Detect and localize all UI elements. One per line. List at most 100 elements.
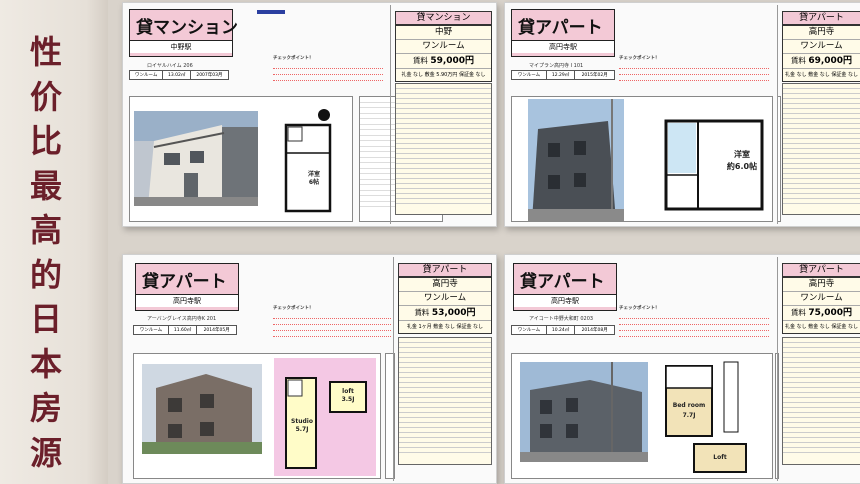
room-type: ワンルーム (783, 40, 860, 54)
info-lines (782, 337, 860, 465)
checkpoint-label: チェックポイント！ (273, 306, 314, 311)
summary-table: ワンルーム 12.29㎡ 2015年02月 (511, 70, 615, 80)
rent-row: 賃料 75,000円 (783, 306, 860, 321)
info-lines (782, 83, 860, 215)
station-name: 高円寺駅 (514, 294, 616, 307)
blue-tag (257, 10, 285, 14)
plan-size-label: 6帖 (308, 179, 320, 186)
terms: 礼金 なし 敷金 5.90万円 保証金 なし (401, 72, 486, 78)
info-column: 貸アパート 高円寺 ワンルーム 賃料 53,000円 礼金 1ヶ月 敷金 なし … (393, 257, 496, 481)
building-photo (520, 362, 648, 462)
plan-size-label: 5.7J (295, 426, 309, 433)
header-type: 貸アパート (782, 11, 860, 25)
info-lines (398, 337, 492, 465)
checkpoint-text (619, 63, 769, 81)
photo-plan-frame: 洋室 約6.0帖 (511, 96, 773, 222)
rent-info: 高円寺 ワンルーム 賃料 75,000円 礼金 なし 敷金 なし 保証金 なし (782, 277, 860, 334)
side-title: 性价比最高的日本房源 (29, 33, 62, 472)
building-photo (134, 111, 258, 206)
property-type: 貸マンション (136, 18, 238, 38)
layout-cell: ワンルーム (511, 325, 547, 335)
listing-sheet-2[interactable]: 貸アパート 高円寺駅 マイプラン高円寺 I 101 ワンルーム 12.29㎡ 2… (504, 2, 860, 227)
building-name: アイコート中野大和町 0203 (529, 316, 594, 322)
property-type: 貸アパート (518, 18, 603, 38)
property-type: 貸アパート (142, 272, 227, 292)
header-type: 貸アパート (782, 263, 860, 277)
info-column: 貸アパート 高円寺 ワンルーム 賃料 75,000円 礼金 なし 敷金 なし 保… (777, 257, 860, 481)
rent-label: 賃料 (790, 56, 806, 65)
rent-info: 高円寺 ワンルーム 賃料 69,000円 礼金 なし 敷金 なし 保証金 なし (782, 25, 860, 82)
listing-title-badge: 貸アパート 高円寺駅 (513, 263, 617, 311)
floor-plan (274, 358, 376, 476)
room-type: ワンルーム (396, 40, 491, 54)
year-cell: 2014年08月 (574, 325, 615, 335)
loft-size-label: 3.5J (341, 396, 355, 403)
room-type: ワンルーム (783, 292, 860, 306)
year-cell: 2014年05月 (196, 325, 237, 335)
listing-sheet-1[interactable]: 貸マンション 中野駅 ロイヤルハイム 206 ワンルーム 13.02㎡ 2007… (122, 2, 497, 227)
building-photo (142, 364, 262, 454)
photo-plan-frame: Bed room 7.7J Loft (511, 353, 773, 479)
area-cell: 12.29㎡ (545, 70, 576, 80)
area-cell: 10.24㎡ (545, 325, 576, 335)
listing-sheet-3[interactable]: 貸アパート 高円寺駅 アーバングレイス高円寺K 201 ワンルーム 11.60㎡… (122, 254, 497, 484)
plan-room-label: 洋室 (734, 150, 750, 159)
area-cell: 11.60㎡ (167, 325, 198, 335)
terms: 礼金 なし 敷金 なし 保証金 なし (785, 324, 858, 330)
layout-cell: ワンルーム (133, 325, 169, 335)
rent-label: 賃料 (790, 308, 806, 317)
loft-label: loft (342, 388, 354, 395)
photo-plan-frame: Studio 5.7J loft 3.5J (133, 353, 381, 479)
checkpoint-text (273, 313, 391, 337)
station-name: 高円寺駅 (136, 294, 238, 307)
plan-size-label: 約6.0帖 (726, 162, 758, 171)
building-name: アーバングレイス高円寺K 201 (147, 316, 217, 322)
info-lines (395, 83, 492, 215)
summary-table: ワンルーム 10.24㎡ 2014年08月 (511, 325, 615, 335)
rent-row: 賃料 69,000円 (783, 54, 860, 69)
listing-sheet-4[interactable]: 貸アパート 高円寺駅 アイコート中野大和町 0203 ワンルーム 10.24㎡ … (504, 254, 860, 484)
building-name: ロイヤルハイム 206 (147, 63, 193, 69)
rent-row: 賃料 53,000円 (399, 306, 491, 321)
property-type: 貸アパート (520, 272, 605, 292)
rent-info: 中野 ワンルーム 賃料 59,000円 礼金 なし 敷金 5.90万円 保証金 … (395, 25, 492, 82)
rent-label: 賃料 (412, 56, 428, 65)
rent-value: 75,000円 (808, 308, 853, 318)
area-name: 高円寺 (783, 26, 860, 40)
station-name: 中野駅 (130, 40, 232, 53)
area-name: 中野 (396, 26, 491, 40)
terms: 礼金 1ヶ月 敷金 なし 保証金 なし (406, 324, 484, 330)
checkpoint-label: チェックポイント！ (273, 56, 314, 61)
plan-size-label: 7.7J (682, 412, 696, 419)
floor-plan (280, 105, 340, 217)
rent-value: 69,000円 (808, 56, 853, 66)
checkpoint-text (273, 63, 383, 81)
building-photo (528, 99, 624, 221)
info-column: 貸アパート 高円寺 ワンルーム 賃料 69,000円 礼金 なし 敷金 なし 保… (777, 5, 860, 224)
rent-label: 賃料 (414, 308, 430, 317)
area-cell: 13.02㎡ (162, 70, 191, 80)
header-type: 貸アパート (398, 263, 492, 277)
terms: 礼金 なし 敷金 なし 保証金 なし (785, 72, 858, 78)
loft-label: Loft (713, 454, 727, 461)
area-name: 高円寺 (783, 278, 860, 292)
plan-room-label: Studio (291, 418, 313, 425)
listing-title-badge: 貸アパート 高円寺駅 (511, 9, 615, 57)
listing-title-badge: 貸マンション 中野駅 (129, 9, 238, 57)
room-type: ワンルーム (399, 292, 491, 306)
side-panel: 性价比最高的日本房源 (0, 0, 108, 484)
listing-title-badge: 貸アパート 高円寺駅 (135, 263, 239, 311)
header-type: 貸マンション (395, 11, 492, 25)
checkpoint-text (619, 313, 769, 337)
rent-value: 59,000円 (430, 56, 475, 66)
plan-room-label: Bed room (672, 402, 706, 409)
year-cell: 2007年03月 (189, 70, 230, 80)
summary-table: ワンルーム 13.02㎡ 2007年03月 (128, 70, 230, 80)
summary-table: ワンルーム 11.60㎡ 2014年05月 (133, 325, 237, 335)
info-column: 貸マンション 中野 ワンルーム 賃料 59,000円 礼金 なし 敷金 5.90… (390, 5, 496, 224)
checkpoint-label: チェックポイント！ (619, 306, 660, 311)
rent-value: 53,000円 (431, 308, 476, 318)
station-name: 高円寺駅 (512, 40, 614, 53)
checkpoint-label: チェックポイント！ (619, 56, 660, 61)
rent-info: 高円寺 ワンルーム 賃料 53,000円 礼金 1ヶ月 敷金 なし 保証金 なし (398, 277, 492, 334)
